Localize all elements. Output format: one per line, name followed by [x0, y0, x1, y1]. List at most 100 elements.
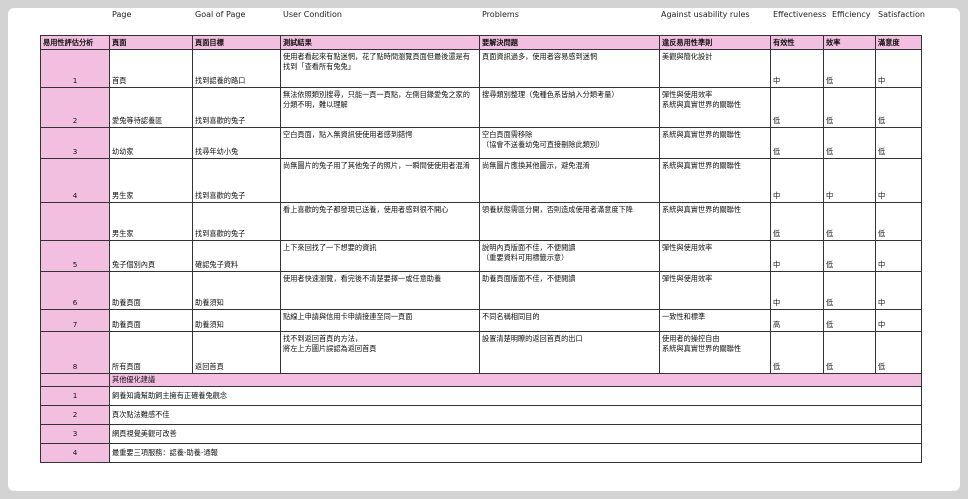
row-problem: 空白頁面需移除 （協會不送養幼兔可直接刪除此類別） — [479, 127, 660, 159]
row-page: 助養頁面 — [109, 271, 193, 310]
row-effectiveness: 中 — [770, 240, 824, 272]
row-efficiency: 低 — [823, 202, 876, 241]
row-rule: 彈性與使用效率 系統與真實世界的關聯性 — [659, 87, 771, 128]
row-index: 8 — [40, 331, 110, 374]
other-section-header: 其他優化建議 — [40, 373, 922, 387]
table-row: 3 幼幼家 找尋年幼小兔 空白頁面，點入無資訊使使用者感到錯愕 空白頁面需移除 （協會不… — [40, 127, 922, 159]
row-satisfaction: 中 — [875, 49, 922, 88]
en-header-satisfaction: Satisfaction — [878, 10, 925, 19]
header-effectiveness: 有效性 — [770, 35, 824, 50]
table-row: 4 男生家 找到喜歡的兔子 尚無圖片的兔子用了其他兔子的照片，一瞬間使使用者混淆 尚無圖… — [40, 158, 922, 203]
row-problem: 領養狀態需區分開，否則造成使用者滿意度下降 — [479, 202, 660, 241]
row-problem: 頁面資訊過多，使用者容易感到迷惘 — [479, 49, 660, 88]
en-header-efficiency: Efficiency — [832, 10, 871, 19]
suggestion-text: 飼養知識幫助飼主擁有正確養兔觀念 — [109, 385, 922, 406]
row-index: 4 — [40, 158, 110, 203]
row-index — [40, 202, 110, 241]
row-efficiency: 中 — [823, 158, 876, 203]
header-efficiency: 效率 — [823, 35, 876, 50]
other-section-title: 其他優化建議 — [109, 373, 922, 387]
row-result: 上下來回找了一下想要的資訊 — [280, 240, 480, 272]
row-efficiency: 低 — [823, 309, 876, 332]
row-result: 尚無圖片的兔子用了其他兔子的照片，一瞬間使使用者混淆 — [280, 158, 480, 203]
suggestion-index: 2 — [40, 404, 110, 425]
row-effectiveness: 中 — [770, 158, 824, 203]
table-row: 1 首頁 找到認養的路口 使用者看起來有點迷惘，花了點時間瀏覽頁面但最後還是有找到「查… — [40, 49, 922, 88]
row-rule: 系統與真實世界的關聯性 — [659, 158, 771, 203]
row-result: 使用者看起來有點迷惘，花了點時間瀏覽頁面但最後還是有找到「查看所有兔兔」 — [280, 49, 480, 88]
header-title: 易用性評估分析 — [40, 35, 110, 50]
header-page: 頁面 — [109, 35, 193, 50]
suggestion-index: 4 — [40, 442, 110, 463]
row-page: 男生家 — [109, 158, 193, 203]
row-rule: 彈性與使用效率 — [659, 240, 771, 272]
row-result: 找不到返回首頁的方法， 將左上方圖片誤認為返回首頁 — [280, 331, 480, 374]
en-header-condition: User Condition — [283, 10, 342, 19]
row-efficiency: 低 — [823, 240, 876, 272]
row-result: 點線上申請與信用卡申請接連至同一頁面 — [280, 309, 480, 332]
row-goal: 找到喜歡的兔子 — [192, 158, 281, 203]
header-rule: 違反易用性準則 — [659, 35, 771, 50]
row-page: 男生家 — [109, 202, 193, 241]
row-effectiveness: 中 — [770, 271, 824, 310]
row-goal: 確認兔子資料 — [192, 240, 281, 272]
row-satisfaction: 低 — [875, 331, 922, 374]
en-header-effectiveness: Effectiveness — [773, 10, 827, 19]
row-satisfaction: 中 — [875, 158, 922, 203]
suggestion-row: 4 最重要三項服務：認養-助養-通報 — [40, 442, 922, 463]
usability-table: 易用性評估分析 頁面 頁面目標 測試結果 要解決問題 違反易用性準則 有效性 效… — [40, 35, 922, 463]
row-result: 看上喜歡的兔子都發現已送養，使用者感到很不開心 — [280, 202, 480, 241]
row-effectiveness: 低 — [770, 331, 824, 374]
row-efficiency: 低 — [823, 49, 876, 88]
row-satisfaction: 低 — [875, 127, 922, 159]
row-page: 兔子個別內頁 — [109, 240, 193, 272]
row-page: 幼幼家 — [109, 127, 193, 159]
row-result: 空白頁面，點入無資訊使使用者感到錯愕 — [280, 127, 480, 159]
row-rule: 彈性與使用效率 — [659, 271, 771, 310]
row-problem: 說明內頁版面不佳，不便閱讀 （重要資料可用標籤示意） — [479, 240, 660, 272]
row-index: 2 — [40, 87, 110, 128]
row-rule: 系統與真實世界的關聯性 — [659, 202, 771, 241]
row-index: 3 — [40, 127, 110, 159]
row-problem: 尚無圖片應換其他圖示，避免混淆 — [479, 158, 660, 203]
row-index: 6 — [40, 271, 110, 310]
suggestion-text: 頁次點法難感不佳 — [109, 404, 922, 425]
en-header-rules: Against usability rules — [661, 10, 750, 19]
table-row: 2 愛兔等待認養區 找到喜歡的兔子 無法依照類別搜尋，只能一頁一頁點，左側目錄愛兔之家… — [40, 87, 922, 128]
row-goal: 助養須知 — [192, 271, 281, 310]
row-problem: 搜尋類別整理（兔種色系皆納入分類考量） — [479, 87, 660, 128]
row-satisfaction: 中 — [875, 240, 922, 272]
en-header-page: Page — [112, 10, 132, 19]
row-goal: 找尋年幼小兔 — [192, 127, 281, 159]
row-effectiveness: 中 — [770, 49, 824, 88]
row-page: 首頁 — [109, 49, 193, 88]
row-satisfaction: 中 — [875, 271, 922, 310]
en-header-problems: Problems — [482, 10, 519, 19]
row-index: 1 — [40, 49, 110, 88]
row-problem: 助養頁面版面不佳，不便閱讀 — [479, 271, 660, 310]
row-effectiveness: 高 — [770, 309, 824, 332]
en-header-goal: Goal of Page — [195, 10, 246, 19]
suggestion-row: 3 網頁視覺美觀可改善 — [40, 423, 922, 444]
row-page: 愛兔等待認養區 — [109, 87, 193, 128]
row-goal: 助養須知 — [192, 309, 281, 332]
row-goal: 找到喜歡的兔子 — [192, 87, 281, 128]
row-index: 5 — [40, 240, 110, 272]
row-result: 無法依照類別搜尋，只能一頁一頁點，左側目錄愛兔之家的分類不明，難以理解 — [280, 87, 480, 128]
row-goal: 找到喜歡的兔子 — [192, 202, 281, 241]
suggestion-row: 1 飼養知識幫助飼主擁有正確養兔觀念 — [40, 385, 922, 406]
row-page: 助養頁面 — [109, 309, 193, 332]
table-row: 5 兔子個別內頁 確認兔子資料 上下來回找了一下想要的資訊 說明內頁版面不佳，不便閱讀 … — [40, 240, 922, 272]
row-rule: 美觀與簡化設計 — [659, 49, 771, 88]
header-problem: 要解決問題 — [479, 35, 660, 50]
table-row: 8 所有頁面 返回首頁 找不到返回首頁的方法， 將左上方圖片誤認為返回首頁 設置清楚明瞭… — [40, 331, 922, 374]
suggestion-text: 最重要三項服務：認養-助養-通報 — [109, 442, 922, 463]
suggestion-index: 1 — [40, 385, 110, 406]
row-rule: 一致性和標準 — [659, 309, 771, 332]
suggestion-index: 3 — [40, 423, 110, 444]
row-rule: 使用者的操控自由 系統與真實世界的關聯性 — [659, 331, 771, 374]
row-efficiency: 低 — [823, 331, 876, 374]
table-header-row: 易用性評估分析 頁面 頁面目標 測試結果 要解決問題 違反易用性準則 有效性 效… — [40, 35, 922, 50]
row-result: 使用者快速瀏覽，看完後不清楚要擇一或任意助養 — [280, 271, 480, 310]
row-effectiveness: 低 — [770, 87, 824, 128]
